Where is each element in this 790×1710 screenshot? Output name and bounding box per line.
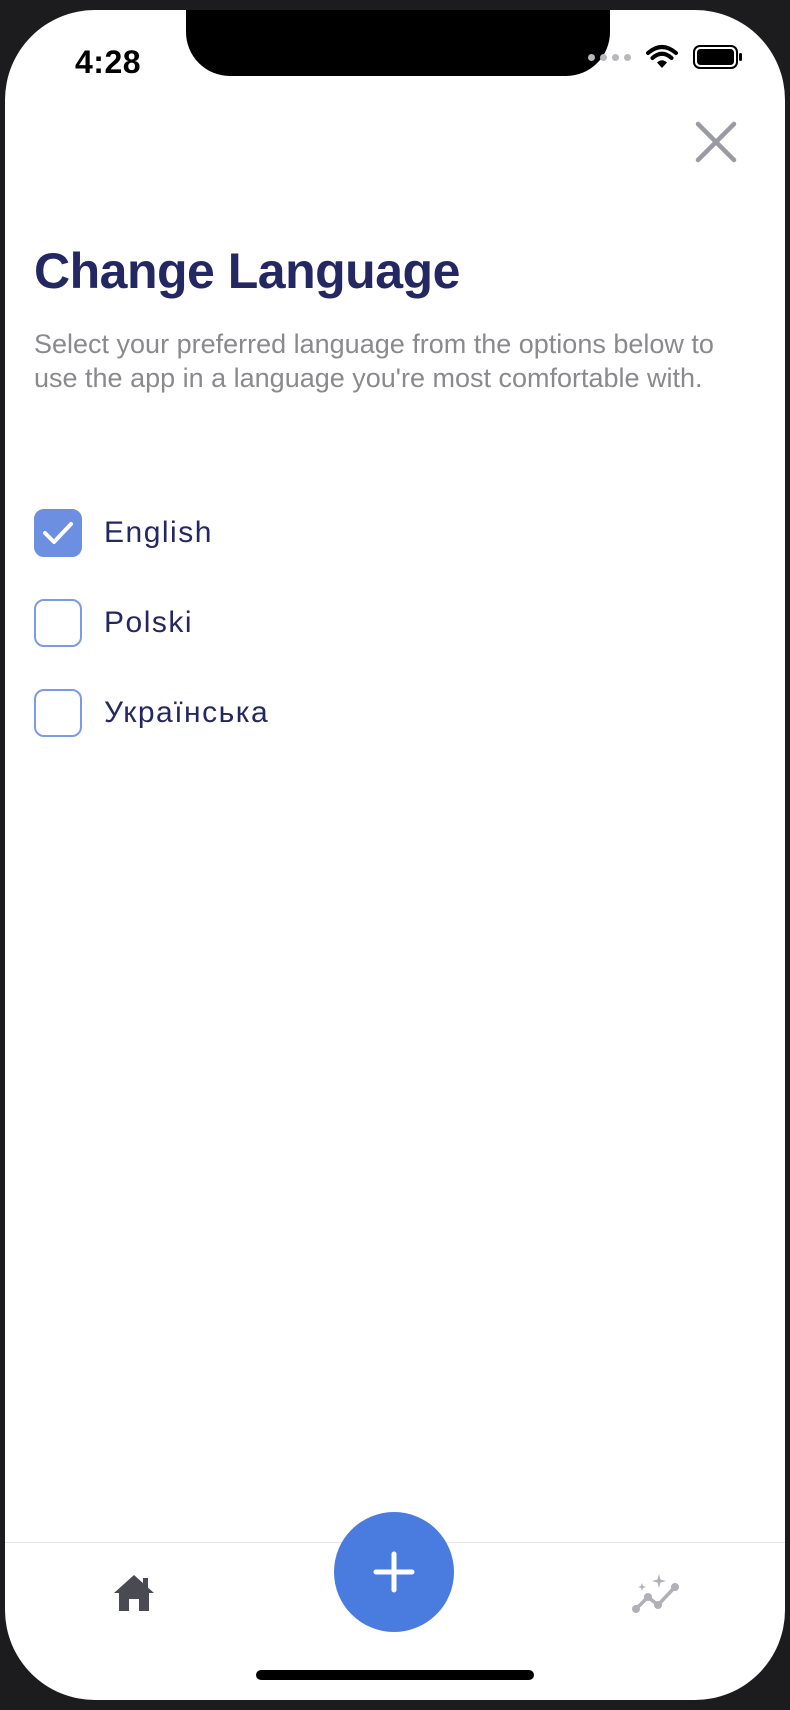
status-time: 4:28 — [75, 44, 142, 80]
checkbox[interactable] — [34, 509, 82, 557]
screen: 4:28 Change Language Select your preferr… — [5, 10, 785, 1700]
language-option-ukrainian[interactable]: Українська — [34, 688, 269, 738]
page-title: Change Language — [34, 243, 460, 299]
language-list: English Polski Українська — [34, 508, 269, 778]
checkmark-icon — [43, 522, 73, 544]
page-description: Select your preferred language from the … — [34, 329, 714, 393]
tab-home[interactable] — [111, 1571, 157, 1617]
signal-icon — [588, 53, 631, 61]
home-icon — [114, 1575, 154, 1611]
language-label: English — [104, 516, 213, 549]
stats-icon — [632, 1574, 679, 1613]
close-icon — [695, 121, 737, 163]
notch — [186, 10, 610, 76]
close-button[interactable] — [692, 118, 740, 166]
add-button[interactable] — [334, 1512, 454, 1632]
language-label: Polski — [104, 606, 194, 639]
checkbox[interactable] — [34, 689, 82, 737]
status-icons — [588, 44, 743, 70]
language-label: Українська — [104, 696, 270, 729]
language-option-english[interactable]: English — [34, 508, 269, 558]
home-indicator[interactable] — [256, 1670, 534, 1680]
wifi-icon — [646, 45, 678, 68]
device-frame: 4:28 Change Language Select your preferr… — [0, 0, 790, 1710]
tab-stats[interactable] — [631, 1571, 681, 1617]
plus-icon — [373, 1551, 415, 1593]
language-option-polski[interactable]: Polski — [34, 598, 269, 648]
battery-icon — [693, 45, 742, 69]
checkbox[interactable] — [34, 599, 82, 647]
